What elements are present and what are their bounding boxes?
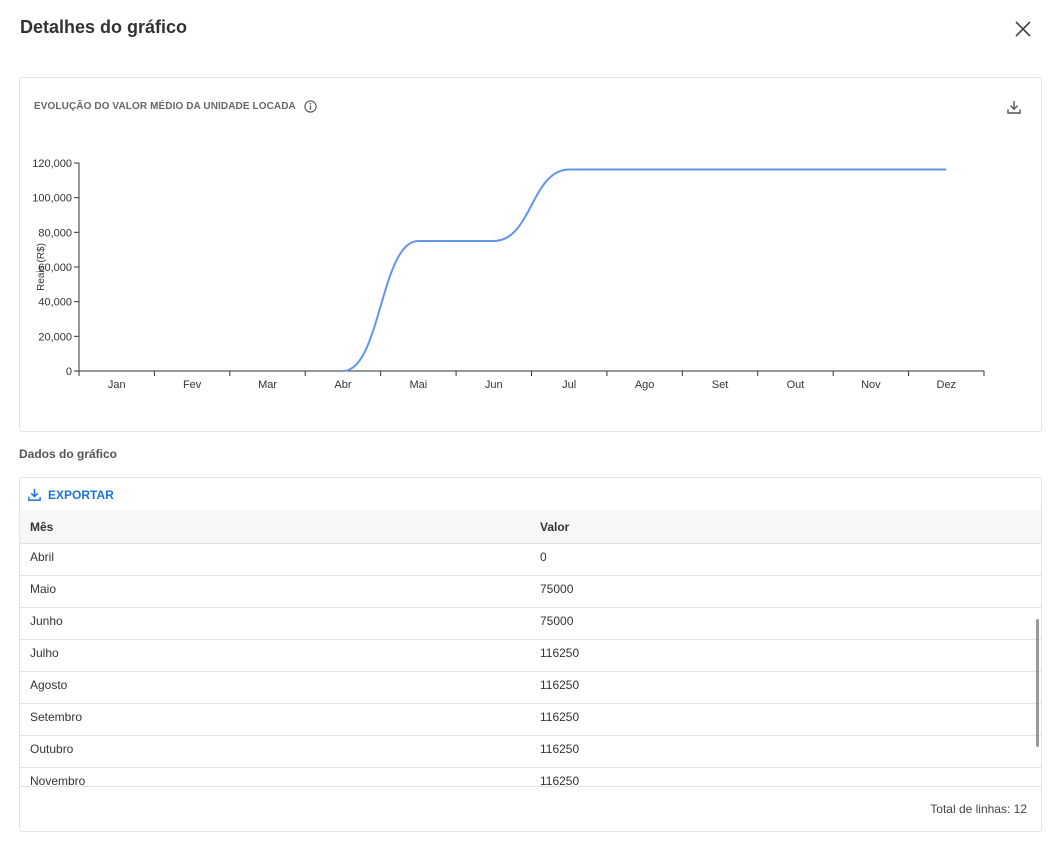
- chart-card: EVOLUÇÃO DO VALOR MÉDIO DA UNIDADE LOCAD…: [19, 77, 1042, 432]
- cell-month: Julho: [30, 646, 59, 660]
- table-row[interactable]: Novembro 116250: [20, 768, 1041, 786]
- cell-month: Setembro: [30, 710, 83, 724]
- data-table-card: EXPORTAR Mês Valor Abril 0 Maio 75000 Junho 7…: [19, 477, 1042, 832]
- cell-value: 75000: [540, 582, 574, 596]
- table-scrollbar[interactable]: [1036, 619, 1039, 747]
- cell-month: Abril: [30, 550, 55, 564]
- modal-title: Detalhes do gráfico: [20, 17, 188, 37]
- table-body[interactable]: Abril 0 Maio 75000 Junho 75000 Julho 116250 Agos…: [20, 544, 1041, 786]
- y-axis-label: Reais (R$): [36, 243, 47, 291]
- table-row[interactable]: Abril 0: [20, 544, 1041, 576]
- close-button[interactable]: [1010, 16, 1036, 42]
- y-tick-label: 40,000: [38, 297, 72, 309]
- download-icon: [28, 488, 41, 501]
- table-row[interactable]: Maio 75000: [20, 576, 1041, 608]
- column-header-mes[interactable]: Mês: [30, 520, 53, 534]
- line-chart: 020,00040,00060,00080,000100,000120,000J…: [32, 158, 985, 391]
- table-section-label: Dados do gráfico: [19, 447, 118, 461]
- x-tick-label: Mar: [258, 379, 277, 391]
- cell-month: Novembro: [30, 774, 86, 786]
- cell-value: 75000: [540, 614, 574, 628]
- x-tick-label: Out: [787, 379, 805, 391]
- table-row[interactable]: Julho 116250: [20, 640, 1041, 672]
- table-row[interactable]: Agosto 116250: [20, 672, 1041, 704]
- x-tick-label: Fev: [183, 379, 202, 391]
- column-header-valor[interactable]: Valor: [540, 520, 569, 534]
- cell-value: 0: [540, 550, 547, 564]
- x-tick-label: Ago: [635, 379, 655, 391]
- export-label: EXPORTAR: [48, 487, 114, 502]
- cell-value: 116250: [540, 774, 580, 786]
- x-tick-label: Abr: [334, 379, 351, 391]
- x-tick-label: Dez: [937, 379, 957, 391]
- y-tick-label: 80,000: [38, 227, 72, 239]
- x-tick-label: Jun: [485, 379, 503, 391]
- cell-value: 116250: [540, 678, 580, 692]
- cell-month: Maio: [30, 582, 57, 596]
- x-tick-label: Jan: [108, 379, 126, 391]
- x-tick-label: Jul: [562, 379, 576, 391]
- series-line: [342, 168, 947, 372]
- x-tick-label: Mai: [410, 379, 428, 391]
- x-tick-label: Nov: [861, 379, 881, 391]
- cell-month: Junho: [30, 614, 63, 628]
- cell-value: 116250: [540, 710, 580, 724]
- table-row[interactable]: Outubro 116250: [20, 736, 1041, 768]
- export-button[interactable]: EXPORTAR: [27, 487, 114, 502]
- cell-month: Outubro: [30, 742, 74, 756]
- cell-month: Agosto: [30, 678, 68, 692]
- y-tick-label: 120,000: [32, 158, 72, 170]
- table-row[interactable]: Junho 75000: [20, 608, 1041, 640]
- total-rows-label: Total de linhas: 12: [930, 802, 1027, 816]
- cell-value: 116250: [540, 742, 580, 756]
- y-tick-label: 20,000: [38, 331, 72, 343]
- table-header: Mês Valor: [20, 510, 1041, 544]
- y-tick-label: 0: [66, 366, 72, 378]
- x-tick-label: Set: [712, 379, 729, 391]
- table-footer: Total de linhas: 12: [20, 786, 1041, 831]
- close-icon: [1015, 21, 1031, 37]
- table-row[interactable]: Setembro 116250: [20, 704, 1041, 736]
- cell-value: 116250: [540, 646, 580, 660]
- y-tick-label: 100,000: [32, 193, 72, 205]
